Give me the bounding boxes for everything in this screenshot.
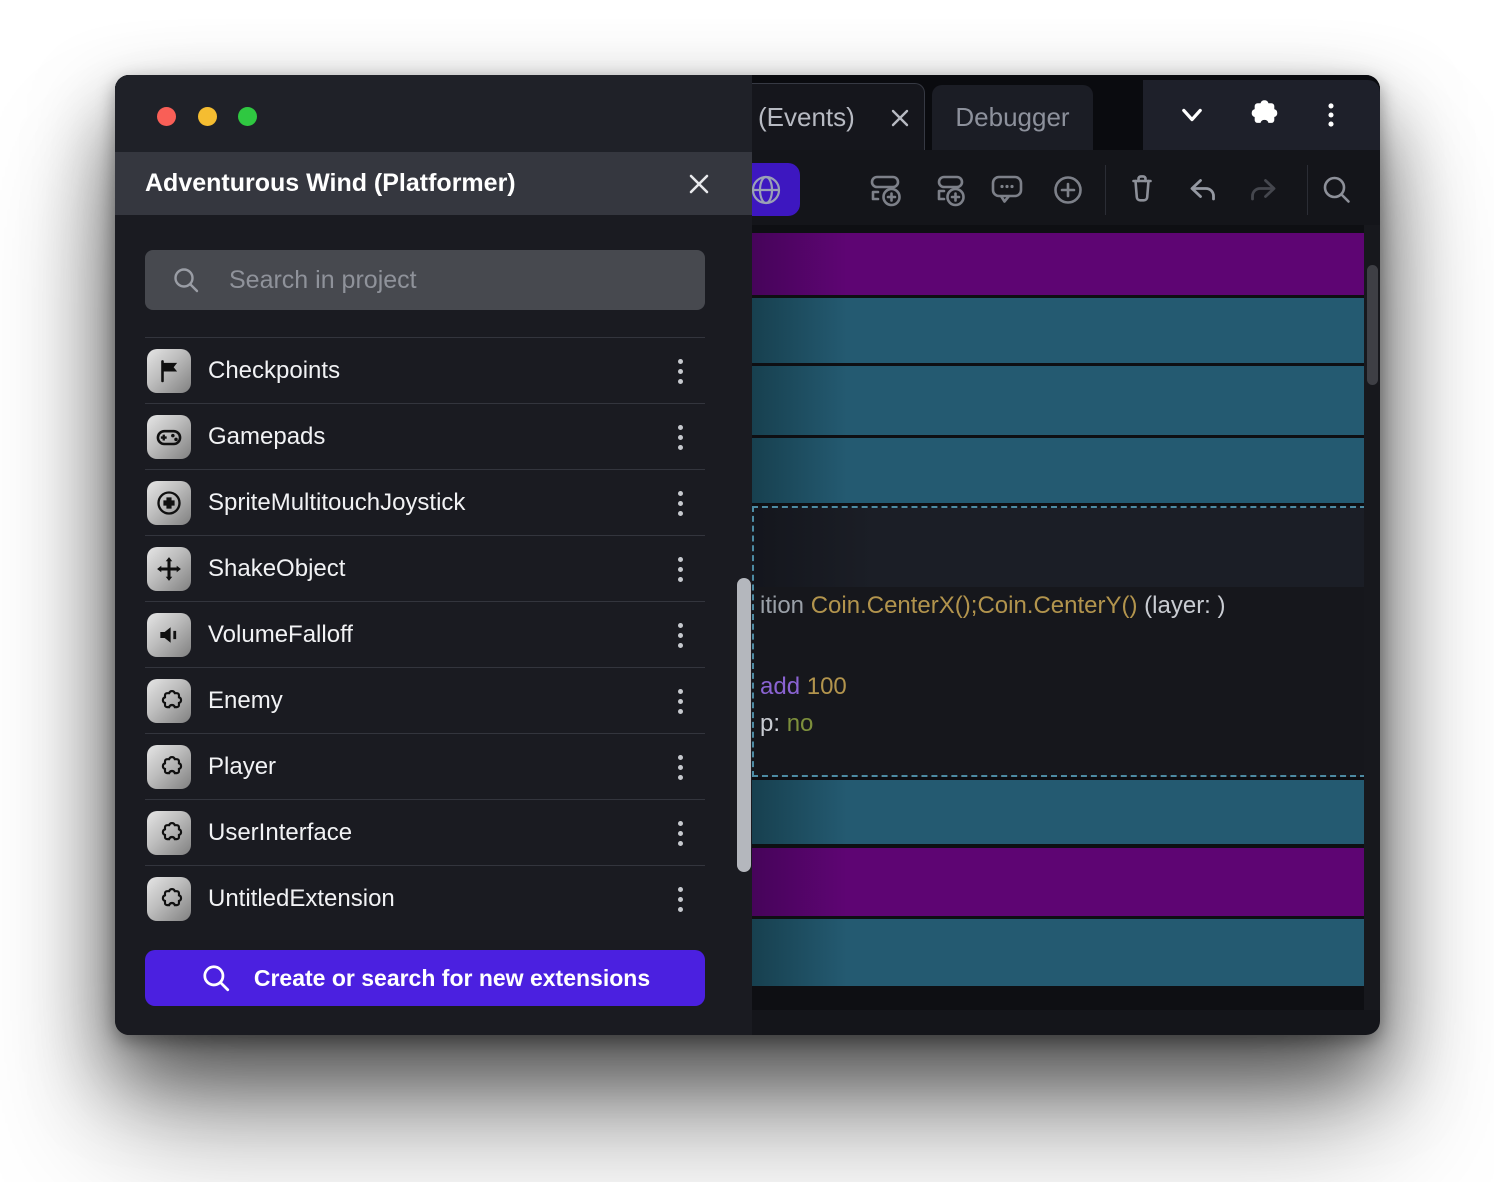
code-value: 100 [807,673,847,700]
list-item-checkpoints[interactable]: Checkpoints [145,337,705,403]
add-circle-button[interactable] [1046,168,1090,212]
item-menu-icon[interactable] [660,614,700,656]
app-window: (Events) Debugger [115,75,1380,1035]
list-item-label: Enemy [208,668,283,733]
item-menu-icon[interactable] [660,482,700,524]
list-item-spritemultitouchjoystick[interactable]: SpriteMultitouchJoystick [145,469,705,535]
list-item-label: VolumeFalloff [208,602,353,667]
event-row[interactable] [752,919,1364,986]
panel-scrollbar-thumb[interactable] [737,578,751,872]
item-menu-icon[interactable] [660,416,700,458]
create-extension-button[interactable]: Create or search for new extensions [145,950,705,1006]
events-scrollbar-thumb[interactable] [1367,265,1378,385]
event-action-line: ition Coin.CenterX();Coin.CenterY() (lay… [760,592,1226,620]
toolbar-divider [1105,165,1106,215]
tab-events-label: (Events) [758,84,855,150]
code-value: no [787,710,814,737]
selected-event[interactable]: ition Coin.CenterX();Coin.CenterY() (lay… [752,506,1366,777]
overflow-menu-icon[interactable] [1311,95,1351,135]
item-menu-icon[interactable] [660,878,700,920]
item-menu-icon[interactable] [660,350,700,392]
utility-bar [1143,80,1380,150]
list-item-enemy[interactable]: Enemy [145,667,705,733]
item-menu-icon[interactable] [660,548,700,590]
joystick-icon [147,481,191,525]
list-item-label: UntitledExtension [208,866,395,931]
event-row[interactable] [752,298,1364,363]
list-item-untitledextension[interactable]: UntitledExtension [145,865,705,931]
puzzle-icon [147,811,191,855]
item-menu-icon[interactable] [660,746,700,788]
close-panel-icon[interactable] [681,166,717,202]
list-item-shakeobject[interactable]: ShakeObject [145,535,705,601]
panel-header: Adventurous Wind (Platformer) [115,152,752,215]
search-input[interactable] [229,250,689,310]
redo-button[interactable] [1241,168,1285,212]
item-menu-icon[interactable] [660,680,700,722]
speaker-icon [147,613,191,657]
delete-button[interactable] [1120,168,1164,212]
list-item-label: SpriteMultitouchJoystick [208,470,465,535]
event-row[interactable] [752,848,1364,916]
event-row[interactable] [752,780,1364,844]
code-expression: Coin.CenterY() [977,592,1137,619]
tab-close-icon[interactable] [883,101,917,135]
zoom-traffic-light[interactable] [238,107,257,126]
code-expression: Coin.CenterX() [811,592,971,619]
list-item-volumefalloff[interactable]: VolumeFalloff [145,601,705,667]
puzzle-icon [147,679,191,723]
add-event-button[interactable] [865,168,909,212]
tab-debugger[interactable]: Debugger [932,85,1093,150]
list-item-label: Gamepads [208,404,325,469]
puzzle-icon [147,877,191,921]
item-menu-icon[interactable] [660,812,700,854]
list-item-label: UserInterface [208,800,352,865]
create-extension-label: Create or search for new extensions [254,965,650,992]
puzzle-icon [147,745,191,789]
code-text: p: [760,710,787,737]
list-item-gamepads[interactable]: Gamepads [145,403,705,469]
project-manager-panel: Adventurous Wind (Platformer) Checkpoint… [115,75,752,1035]
code-text: ition [760,592,811,619]
extensions-puzzle-icon[interactable] [1242,96,1280,134]
minimize-traffic-light[interactable] [198,107,217,126]
search-events-button[interactable] [1315,168,1359,212]
event-action-line: p: no [760,710,813,738]
screenshot-stage: (Events) Debugger [0,0,1494,1182]
event-action-line: add 100 [760,673,847,701]
project-title: Adventurous Wind (Platformer) [145,169,516,198]
add-subevent-button[interactable] [928,168,972,212]
flag-icon [147,349,191,393]
event-row[interactable] [752,438,1364,503]
code-text: (layer: ) [1138,592,1226,619]
add-comment-button[interactable] [985,168,1029,212]
list-item-player[interactable]: Player [145,733,705,799]
project-search [145,250,705,310]
list-item-label: Checkpoints [208,338,340,403]
toolbar-divider [1307,165,1308,215]
move-arrows-icon [147,547,191,591]
list-item-label: ShakeObject [208,536,345,601]
event-conditions-area[interactable] [754,508,1364,587]
chevron-down-icon[interactable] [1172,95,1212,135]
list-item-label: Player [208,734,276,799]
gamepad-icon [147,415,191,459]
code-operator: add [760,673,807,700]
extensions-list: Checkpoints Gamepads [145,337,705,931]
globe-icon [748,172,784,208]
list-item-userinterface[interactable]: UserInterface [145,799,705,865]
event-row[interactable] [752,233,1364,295]
close-traffic-light[interactable] [157,107,176,126]
search-icon [200,962,232,994]
search-icon [171,265,201,295]
undo-button[interactable] [1181,168,1225,212]
event-row[interactable] [752,366,1364,435]
window-titlebar [115,75,752,152]
